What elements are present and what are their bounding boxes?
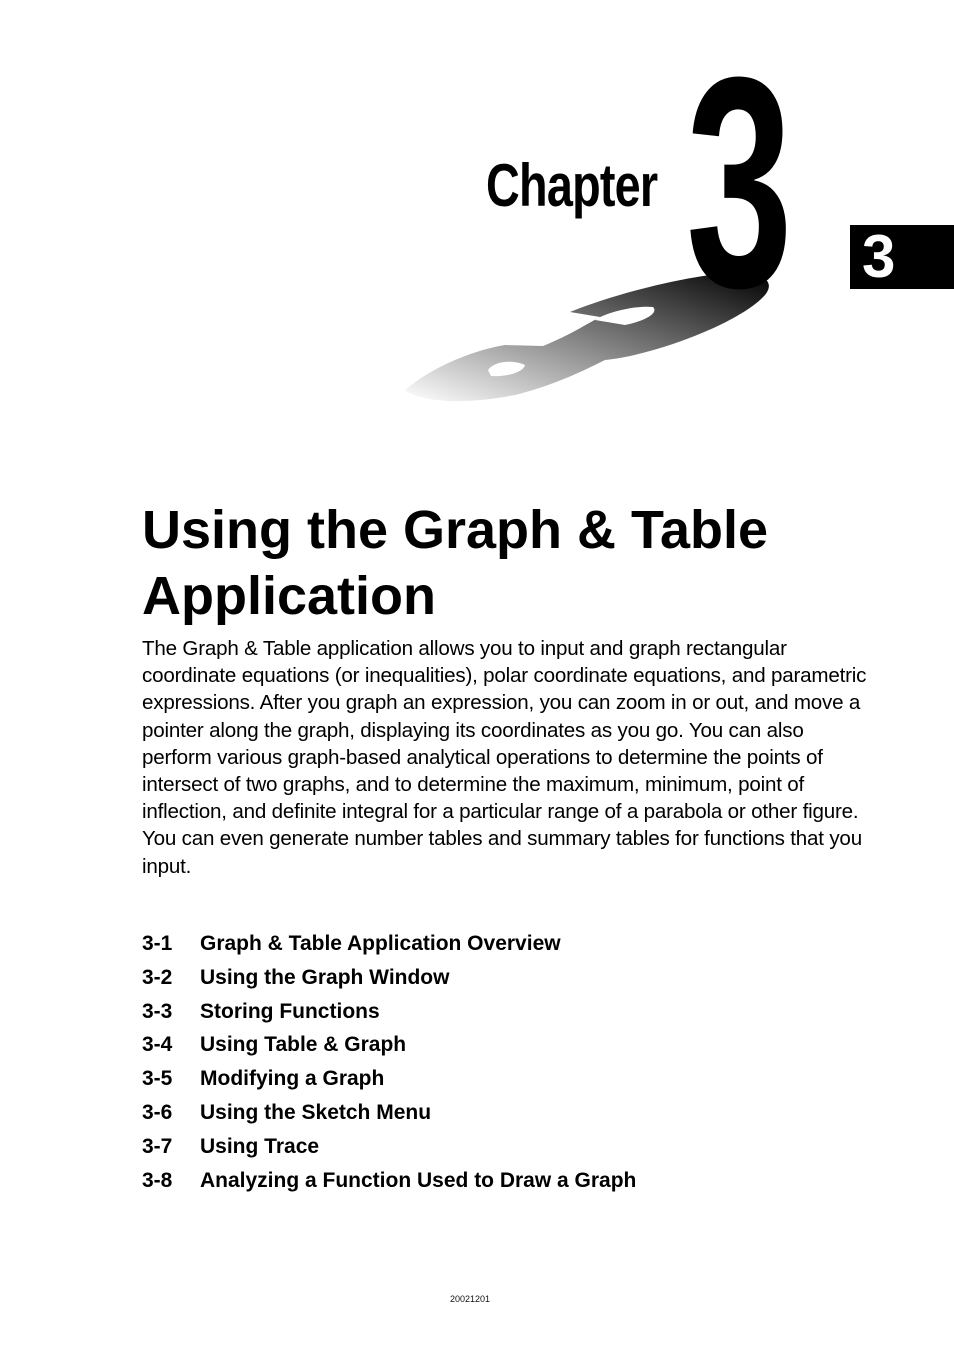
toc-item[interactable]: 3-6 Using the Sketch Menu — [142, 1096, 636, 1130]
toc-number: 3-5 — [142, 1067, 173, 1091]
chapter-side-tab: 3 — [850, 225, 954, 289]
footer-code: 20021201 — [450, 1294, 491, 1304]
toc-item[interactable]: 3-5 Modifying a Graph — [142, 1062, 636, 1096]
toc-item[interactable]: 3-2 Using the Graph Window — [142, 961, 636, 995]
toc-item[interactable]: 3-4 Using Table & Graph — [142, 1028, 636, 1062]
toc-label: Using Table & Graph — [200, 1033, 407, 1057]
toc-label: Analyzing a Function Used to Draw a Grap… — [200, 1168, 637, 1192]
table-of-contents: 3-1 Graph & Table Application Overview 3-… — [142, 927, 636, 1197]
chapter-label: Chapter — [486, 152, 658, 219]
toc-label: Using the Graph Window — [200, 965, 450, 989]
toc-number: 3-4 — [142, 1033, 173, 1057]
toc-item[interactable]: 3-1 Graph & Table Application Overview — [142, 927, 636, 961]
toc-item[interactable]: 3-7 Using Trace — [142, 1130, 636, 1164]
toc-number: 3-1 — [142, 932, 173, 955]
toc-label: Modifying a Graph — [200, 1067, 385, 1091]
toc-number: 3-8 — [142, 1168, 173, 1192]
toc-item[interactable]: 3-8 Analyzing a Function Used to Draw a G… — [142, 1164, 636, 1198]
intro-paragraph: The Graph & Table application allows you… — [142, 637, 867, 878]
toc-label: Storing Functions — [200, 999, 380, 1023]
toc-label: Using the Sketch Menu — [200, 1100, 432, 1124]
toc-number: 3-3 — [142, 999, 173, 1023]
toc-number: 3-6 — [142, 1100, 173, 1124]
chapter-number: 3 — [686, 14, 793, 350]
side-tab-number: 3 — [862, 223, 896, 290]
toc-number: 3-7 — [142, 1134, 173, 1158]
toc-label: Using Trace — [200, 1134, 320, 1158]
toc-item[interactable]: 3-3 Storing Functions — [142, 995, 636, 1029]
toc-number: 3-2 — [142, 965, 173, 989]
toc-label: Graph & Table Application Overview — [200, 932, 561, 955]
page-title: Using the Graph & Table Application — [142, 500, 769, 626]
